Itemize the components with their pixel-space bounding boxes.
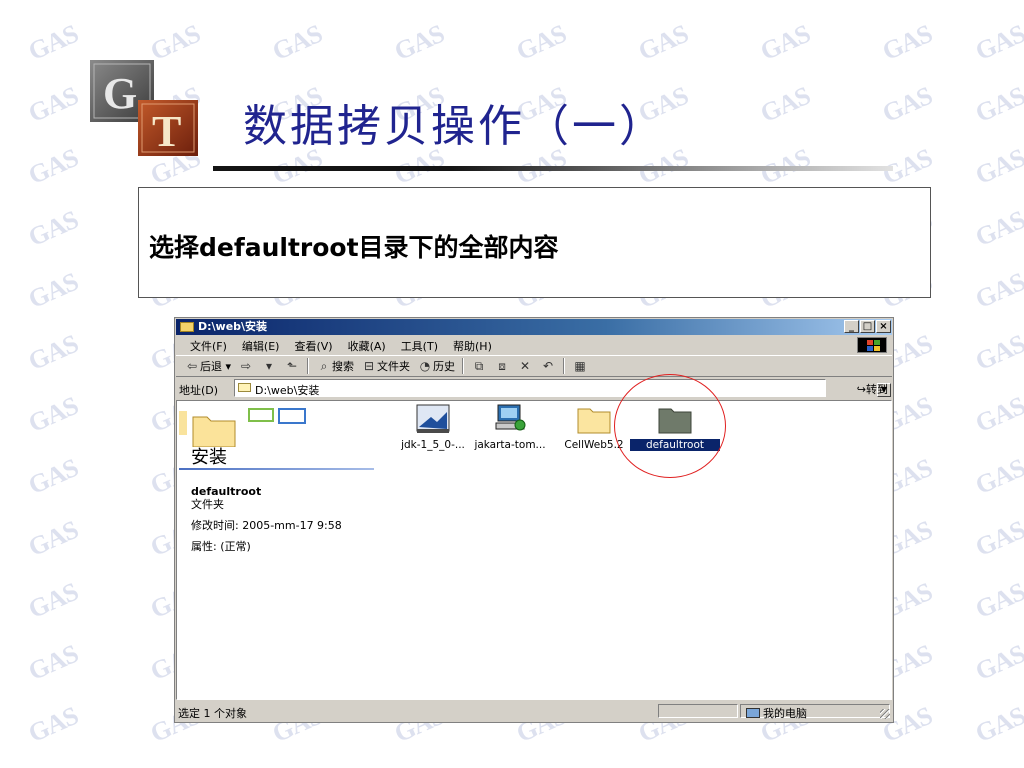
up-folder-button[interactable]: ⬑ [284, 359, 300, 373]
watermark-text: GAS [268, 19, 326, 67]
gt-logo: G T [90, 60, 200, 160]
modified-time: 修改时间: 2005-mm-17 9:58 [191, 519, 342, 532]
status-bar: 选定 1 个对象 我的电脑 [176, 702, 892, 721]
watermark-text: GAS [971, 205, 1024, 253]
watermark-text: GAS [971, 701, 1024, 749]
folders-icon: ⊟ [364, 359, 375, 373]
menu-file[interactable]: 文件(F) [190, 338, 227, 354]
slide-title: 数据拷贝操作（一） [243, 101, 666, 152]
toolbar-separator [307, 358, 310, 374]
menu-edit[interactable]: 编辑(E) [242, 338, 280, 354]
address-value: D:\web\安装 [255, 384, 320, 397]
windows-logo-icon [857, 337, 887, 353]
watermark-text: GAS [756, 19, 814, 67]
title-underline [213, 166, 893, 171]
go-button[interactable]: ↪转到 [857, 381, 888, 397]
watermark-text: GAS [971, 453, 1024, 501]
attributes: 属性: (正常) [191, 540, 251, 553]
window-titlebar[interactable]: D:\web\安装 _ □ × [176, 319, 892, 335]
watermark-text: GAS [24, 19, 82, 67]
undo-button[interactable]: ↶ [540, 359, 556, 373]
views-button[interactable]: ▦ [572, 359, 588, 373]
watermark-text: GAS [512, 19, 570, 67]
watermark-text: GAS [24, 639, 82, 687]
forward-button[interactable]: ⇨ [238, 359, 254, 373]
delete-button[interactable]: ✕ [517, 359, 533, 373]
watermark-text: GAS [24, 329, 82, 377]
search-icon: ⌕ [320, 359, 328, 373]
selected-item-type: 文件夹 [191, 498, 224, 511]
watermark-text: GAS [390, 19, 448, 67]
svg-text:T: T [152, 107, 181, 156]
window-title: D:\web\安装 [198, 320, 268, 333]
menu-view[interactable]: 查看(V) [294, 338, 332, 354]
status-pane-size [658, 704, 738, 718]
back-button[interactable]: ⇦ 后退 ▾ [184, 358, 231, 374]
forward-dropdown-icon[interactable]: ▾ [261, 359, 277, 373]
watermark-text: GAS [971, 81, 1024, 129]
folders-button[interactable]: ⊟ 文件夹 [361, 358, 410, 374]
explorer-window: D:\web\安装 _ □ × 文件(F) 编辑(E) 查看(V) 收藏(A) … [174, 317, 894, 723]
address-bar: 地址(D) D:\web\安装 ▼ ↪转到 [176, 378, 892, 399]
watermark-text: GAS [24, 701, 82, 749]
watermark-text: GAS [24, 267, 82, 315]
svg-text:G: G [103, 69, 137, 118]
history-button[interactable]: ◔ 历史 [417, 358, 455, 374]
menu-favorites[interactable]: 收藏(A) [348, 338, 386, 354]
watermark-text: GAS [971, 515, 1024, 563]
watermark-text: GAS [971, 329, 1024, 377]
resize-grip[interactable] [880, 709, 890, 719]
window-controls: _ □ × [844, 320, 891, 333]
panel-title-underline [179, 468, 374, 470]
watermark-text: GAS [971, 267, 1024, 315]
folder-icon [180, 322, 194, 332]
watermark-text: GAS [24, 577, 82, 625]
toolbar-separator [462, 358, 465, 374]
highlight-circle [614, 374, 726, 478]
folder-view[interactable]: 安装 defaultroot 文件夹 修改时间: 2005-mm-17 9:58… [176, 400, 892, 700]
watermark-text: GAS [971, 19, 1024, 67]
move-to-button[interactable]: ⧉ [471, 359, 487, 373]
instruction-text: 选择defaultroot目录下的全部内容 [149, 233, 559, 262]
panel-folder-title: 安装 [191, 447, 227, 468]
status-selection: 选定 1 个对象 [178, 707, 247, 720]
copy-to-button[interactable]: ⧈ [494, 359, 510, 373]
maximize-button[interactable]: □ [860, 320, 875, 333]
watermark-text: GAS [971, 577, 1024, 625]
menu-tools[interactable]: 工具(T) [401, 338, 438, 354]
watermark-text: GAS [24, 205, 82, 253]
back-arrow-icon: ⇦ [186, 359, 198, 373]
toolbar-separator [563, 358, 566, 374]
watermark-text: GAS [878, 81, 936, 129]
watermark-text: GAS [24, 515, 82, 563]
watermark-text: GAS [634, 19, 692, 67]
file-item-jakarta-tomcat[interactable]: jakarta-tom... [465, 403, 555, 451]
my-computer-icon [746, 708, 760, 718]
go-arrow-icon: ↪ [856, 383, 866, 396]
menu-help[interactable]: 帮助(H) [453, 338, 492, 354]
watermark-text: GAS [24, 81, 82, 129]
watermark-text: GAS [24, 453, 82, 501]
watermark-text: GAS [756, 81, 814, 129]
search-button[interactable]: ⌕ 搜索 [316, 358, 354, 374]
watermark-text: GAS [24, 143, 82, 191]
folder-icon [574, 403, 614, 435]
address-label: 地址(D) [179, 384, 219, 397]
minimize-button[interactable]: _ [844, 320, 859, 333]
folder-icon [238, 383, 251, 392]
watermark-text: GAS [971, 143, 1024, 191]
menu-bar: 文件(F) 编辑(E) 查看(V) 收藏(A) 工具(T) 帮助(H) [176, 336, 892, 356]
history-icon: ◔ [419, 359, 431, 373]
setup-computer-icon [490, 403, 530, 435]
watermark-text: GAS [24, 391, 82, 439]
instruction-box: 选择defaultroot目录下的全部内容 [138, 187, 931, 298]
toolbar: ⇦ 后退 ▾ ⇨ ▾ ⬑ ⌕ 搜索 ⊟ 文件夹 ◔ 历史 ⧉ ⧈ ✕ ↶ ▦ [176, 356, 892, 377]
watermark-text: GAS [878, 19, 936, 67]
watermark-text: GAS [971, 639, 1024, 687]
address-input[interactable]: D:\web\安装 ▼ [234, 379, 891, 397]
close-button[interactable]: × [876, 320, 891, 333]
installer-icon [413, 403, 453, 435]
watermark-text: GAS [971, 391, 1024, 439]
status-zone: 我的电脑 [746, 705, 807, 721]
